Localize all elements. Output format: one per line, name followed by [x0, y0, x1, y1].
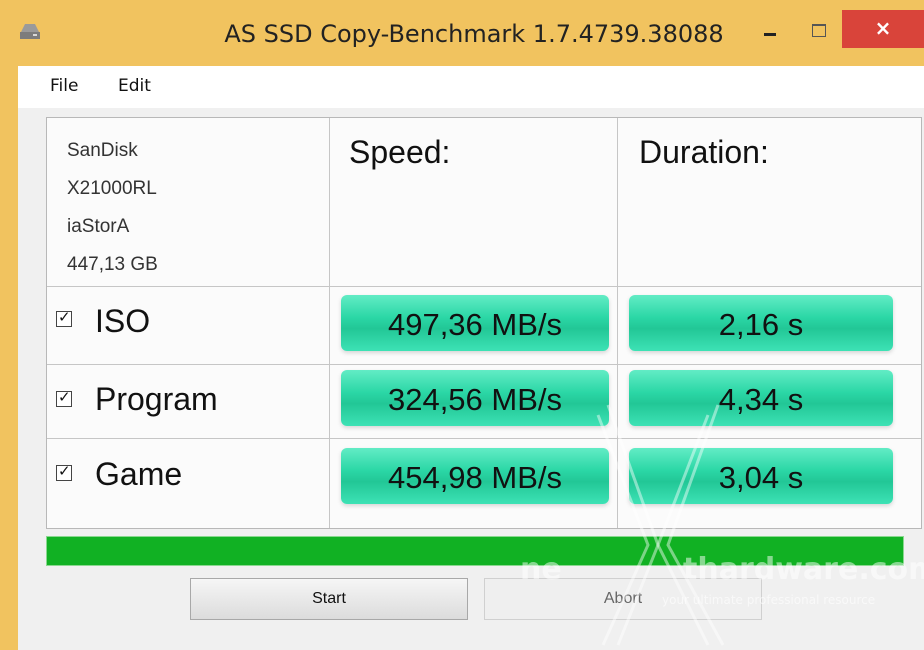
results-grid: SanDisk X21000RL iaStorA 447,13 GB Speed… [46, 117, 922, 529]
iso-checkbox[interactable] [56, 308, 72, 327]
game-duration-result: 3,04 s [629, 448, 893, 504]
speed-header: Speed: [349, 134, 451, 170]
progress-bar [46, 536, 904, 566]
menu-bar: File Edit [18, 66, 924, 108]
close-button[interactable]: × [842, 10, 924, 48]
grid-divider [47, 438, 921, 439]
grid-divider [47, 364, 921, 365]
maximize-button[interactable] [800, 14, 840, 48]
program-speed-result: 324,56 MB/s [341, 370, 609, 426]
menu-edit[interactable]: Edit [118, 76, 151, 96]
grid-divider [47, 286, 921, 287]
client-area: SanDisk X21000RL iaStorA 447,13 GB Speed… [18, 108, 924, 650]
grid-divider [617, 118, 618, 528]
window-title-text: AS SSD Copy-Benchmark 1.7.4739.38088 [224, 20, 724, 48]
game-speed-result: 454,98 MB/s [341, 448, 609, 504]
iso-speed-result: 497,36 MB/s [341, 295, 609, 351]
start-button[interactable]: Start [190, 578, 468, 620]
duration-header: Duration: [639, 134, 769, 170]
program-duration-result: 4,34 s [629, 370, 893, 426]
drive-model: SanDisk [67, 140, 138, 161]
drive-driver: iaStorA [67, 216, 130, 237]
title-bar[interactable]: AS SSD Copy-Benchmark 1.7.4739.38088 × [0, 0, 924, 66]
app-window: AS SSD Copy-Benchmark 1.7.4739.38088 × F… [0, 0, 924, 650]
game-label: Game [95, 456, 183, 492]
iso-label: ISO [95, 303, 151, 339]
abort-button[interactable]: Abort [484, 578, 762, 620]
program-checkbox[interactable] [56, 388, 72, 407]
minimize-button[interactable] [740, 14, 800, 48]
drive-firmware: X21000RL [67, 178, 157, 199]
drive-capacity: 447,13 GB [67, 254, 158, 275]
grid-divider [329, 118, 330, 528]
iso-duration-result: 2,16 s [629, 295, 893, 351]
menu-file[interactable]: File [50, 76, 78, 96]
program-label: Program [95, 381, 218, 417]
game-checkbox[interactable] [56, 462, 72, 481]
close-icon: × [874, 16, 892, 40]
drive-info: SanDisk X21000RL iaStorA 447,13 GB [67, 132, 158, 284]
